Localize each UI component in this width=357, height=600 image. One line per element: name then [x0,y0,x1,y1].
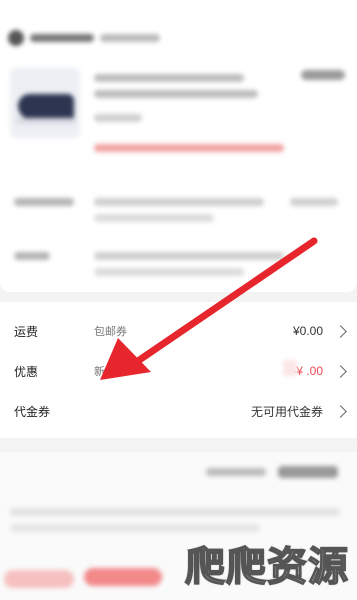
info-value-1b [94,214,214,222]
shoe-icon [18,94,74,120]
chevron-right-icon [334,324,347,338]
fee-row-shipping[interactable]: 运费 包邮券 ¥0.00 [0,314,357,348]
info-value-1 [94,198,264,206]
product-thumbnail[interactable] [10,68,80,138]
discount-label: 优惠 [14,364,39,379]
shop-header[interactable] [8,30,160,46]
shop-name-placeholder [30,34,94,42]
discount-sub-text: 新 [94,366,105,378]
watermark-text: 爬爬资源 [184,543,349,591]
shipping-label: 运费 [14,324,39,339]
product-title-line-2 [94,90,258,98]
shop-icon [8,30,24,46]
discount-blur-mark [283,360,297,376]
product-price-placeholder [301,70,345,80]
total-label-placeholder [206,468,266,476]
submit-order-button[interactable] [84,568,162,586]
info-label-1 [14,198,74,206]
shipping-coupon-text: 包邮券 [94,326,127,338]
info-extra-1 [290,198,338,206]
voucher-label: 代金券 [14,404,51,419]
shoe-sole-shape [16,118,76,124]
order-summary-card [0,0,357,292]
shipping-value: ¥0.00 [292,324,323,338]
product-spec-line [94,114,142,122]
voucher-value: 无可用代金券 [250,404,323,419]
bottom-price-blur [4,570,74,588]
product-promo-line [94,144,284,152]
product-title-line-1 [94,74,244,82]
fee-row-voucher[interactable]: 代金券 无可用代金券 [0,394,357,428]
chevron-right-icon [334,404,347,418]
notice-line-1 [10,508,340,516]
chevron-right-icon [334,364,347,378]
info-value-2b [94,268,244,276]
total-value-placeholder [278,466,338,478]
shop-sub-placeholder [100,34,160,42]
info-label-2 [14,252,50,260]
info-value-2 [94,252,284,260]
fees-card: 运费 包邮券 ¥0.00 优惠 新 -¥ .00 代金券 无可用代金券 [0,302,357,438]
notice-line-2 [10,524,260,532]
fee-row-discount[interactable]: 优惠 新 -¥ .00 [0,354,357,388]
